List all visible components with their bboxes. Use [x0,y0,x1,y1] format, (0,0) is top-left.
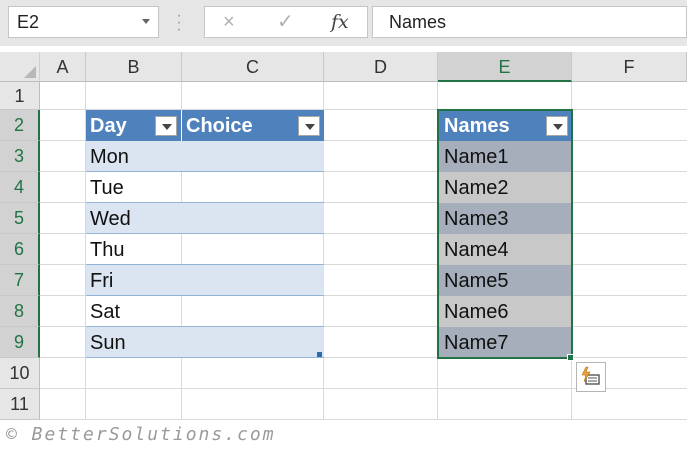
header-day[interactable]: Day [86,110,127,142]
insert-function-icon[interactable]: fx [331,7,349,37]
column-header-e[interactable]: E [438,52,572,82]
table-cell-day[interactable]: Thu [86,234,124,266]
table-cell-day[interactable]: Sun [86,327,126,359]
table-cell-day[interactable]: Wed [86,203,131,235]
row-header-2[interactable]: 2 [0,110,40,141]
table-cell-day[interactable]: Mon [86,141,129,173]
name-box[interactable]: E2 [8,6,159,38]
chevron-down-icon[interactable] [142,19,150,24]
column-header-f[interactable]: F [572,52,687,82]
table-cell-day[interactable]: Tue [86,172,124,204]
watermark: © BetterSolutions.com [6,424,276,445]
column-header-d[interactable]: D [324,52,438,82]
row-header-3[interactable]: 3 [0,141,40,172]
row-header-6[interactable]: 6 [0,234,40,265]
fill-handle[interactable] [567,354,574,361]
row-header-8[interactable]: 8 [0,296,40,327]
quick-analysis-icon [581,366,600,385]
row-header-5[interactable]: 5 [0,203,40,234]
row-header-9[interactable]: 9 [0,327,40,358]
selection-border [437,109,573,359]
cancel-icon[interactable]: × [223,7,235,37]
enter-icon[interactable]: ✓ [277,7,294,37]
column-header-a[interactable]: A [40,52,86,82]
filter-dropdown-icon[interactable] [155,116,177,136]
select-all-button[interactable] [0,52,40,82]
row-header-7[interactable]: 7 [0,265,40,296]
table-resize-handle[interactable] [317,352,322,357]
name-box-value: E2 [17,12,40,32]
formula-input[interactable]: Names [372,6,687,38]
formula-buttons: × ✓ fx [204,6,368,38]
table-cell-day[interactable]: Sat [86,296,120,328]
grid-line [40,419,687,420]
table-row-border [86,295,324,296]
header-choice[interactable]: Choice [182,110,253,142]
quick-analysis-button[interactable] [576,362,606,392]
row-header-4[interactable]: 4 [0,172,40,203]
column-header-c[interactable]: C [182,52,324,82]
filter-dropdown-icon[interactable] [298,116,320,136]
table-band [86,265,324,295]
row-header-11[interactable]: 11 [0,389,40,420]
table-cell-day[interactable]: Fri [86,265,113,297]
column-header-b[interactable]: B [86,52,182,82]
row-header-10[interactable]: 10 [0,358,40,389]
drag-handle-icon[interactable]: · · · [176,8,182,38]
row-header-1[interactable]: 1 [0,82,40,110]
